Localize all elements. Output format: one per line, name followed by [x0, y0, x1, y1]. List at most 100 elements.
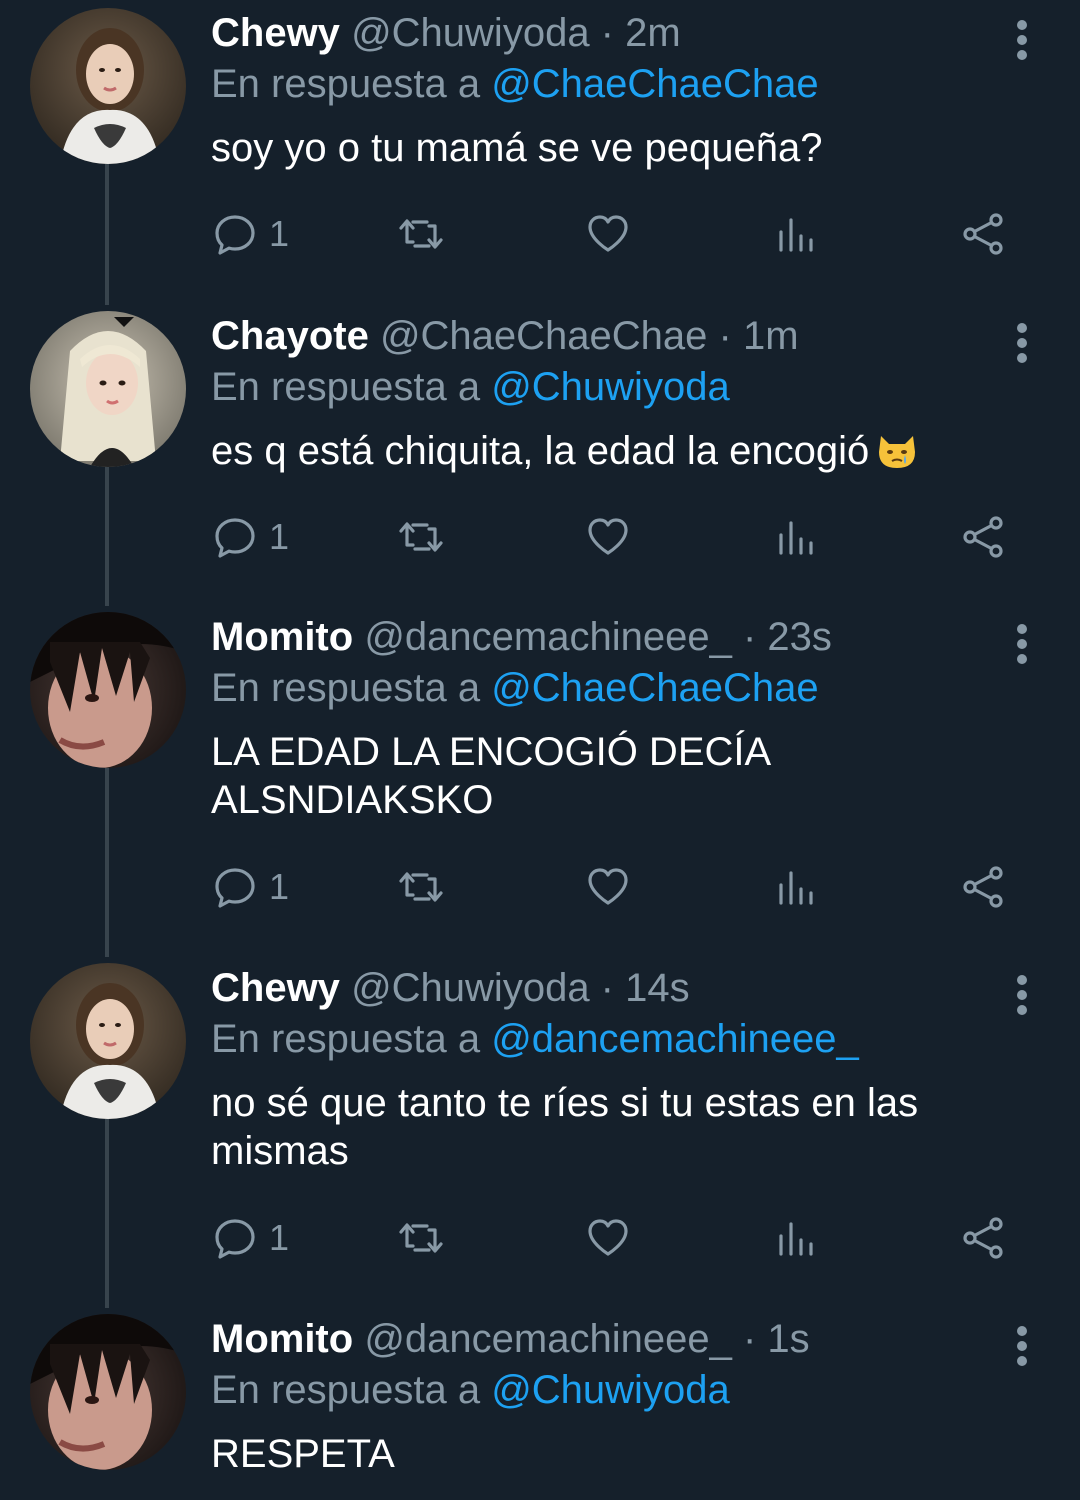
- share-button[interactable]: [959, 857, 1007, 917]
- reply-context: En respuesta a @dancemachineee_: [211, 1013, 1040, 1065]
- analytics-button[interactable]: [771, 507, 819, 567]
- tweet-header: Chayote @ChaeChaeChae · 1m: [211, 311, 1040, 361]
- display-name[interactable]: Momito: [211, 615, 353, 659]
- avatar[interactable]: [30, 8, 186, 164]
- tweet-text: soy yo o tu mamá se ve pequeña?: [211, 126, 823, 170]
- display-name[interactable]: Chewy: [211, 966, 340, 1010]
- reply-icon: [215, 215, 255, 255]
- tweet-text: es q está chiquita, la edad la encogió: [211, 429, 870, 473]
- analytics-icon: [779, 521, 813, 555]
- momito-avatar: [30, 1314, 186, 1470]
- reply-context: En respuesta a @Chuwiyoda: [211, 1364, 1040, 1416]
- share-icon: [963, 866, 1003, 908]
- reply-icon: [215, 518, 255, 558]
- handle[interactable]: @Chuwiyoda: [351, 966, 590, 1010]
- timestamp[interactable]: 14s: [625, 966, 690, 1010]
- reply-prefix: En respuesta a: [211, 1017, 481, 1061]
- like-button[interactable]: [584, 204, 632, 264]
- analytics-button[interactable]: [771, 857, 819, 917]
- thread-line: [105, 464, 109, 606]
- thread-line: [105, 767, 109, 957]
- share-button[interactable]: [959, 1208, 1007, 1268]
- reply-prefix: En respuesta a: [211, 1368, 481, 1412]
- heart-icon: [588, 215, 628, 252]
- reply-button[interactable]: 1: [211, 507, 289, 567]
- reply-icon: [215, 1219, 255, 1259]
- tweet-text: no sé que tanto te ríes si tu estas en l…: [211, 1081, 919, 1173]
- timestamp[interactable]: 1m: [743, 314, 799, 358]
- reply-count: 1: [269, 516, 290, 557]
- separator-dot: ·: [731, 1317, 768, 1361]
- timestamp[interactable]: 2m: [625, 11, 681, 55]
- reply-prefix: En respuesta a: [211, 62, 481, 106]
- retweet-button[interactable]: [397, 204, 445, 264]
- reply-button[interactable]: 1: [211, 204, 289, 264]
- reply-handle-link[interactable]: @Chuwiyoda: [491, 1368, 730, 1412]
- reply-context: En respuesta a @ChaeChaeChae: [211, 58, 1040, 110]
- more-options-icon[interactable]: [1016, 624, 1028, 664]
- analytics-button[interactable]: [771, 1208, 819, 1268]
- share-icon: [963, 213, 1003, 255]
- handle[interactable]: @dancemachineee_: [364, 615, 732, 659]
- share-icon: [963, 1217, 1003, 1259]
- analytics-icon: [779, 1222, 813, 1256]
- share-button[interactable]: [959, 507, 1007, 567]
- like-button[interactable]: [584, 857, 632, 917]
- handle[interactable]: @dancemachineee_: [364, 1317, 732, 1361]
- timestamp[interactable]: 1s: [767, 1317, 809, 1361]
- more-options-icon[interactable]: [1016, 975, 1028, 1015]
- reply-handle-link[interactable]: @Chuwiyoda: [491, 365, 730, 409]
- reply-button[interactable]: 1: [211, 857, 289, 917]
- reply-button[interactable]: 1: [211, 1208, 289, 1268]
- chayote-avatar: [30, 311, 186, 467]
- more-options-icon[interactable]: [1016, 20, 1028, 60]
- display-name[interactable]: Chewy: [211, 11, 340, 55]
- display-name[interactable]: Chayote: [211, 314, 369, 358]
- momito-avatar: [30, 612, 186, 768]
- reply-count: 1: [269, 866, 290, 907]
- avatar[interactable]: [30, 612, 186, 768]
- reply-icon: [215, 868, 255, 908]
- more-options-icon[interactable]: [1016, 323, 1028, 363]
- retweet-icon: [399, 522, 443, 552]
- tweet-header: Momito @dancemachineee_ · 1s: [211, 1314, 1040, 1364]
- analytics-button[interactable]: [771, 204, 819, 264]
- separator-dot: ·: [731, 615, 768, 659]
- like-button[interactable]: [584, 1208, 632, 1268]
- tweet-header: Chewy @Chuwiyoda · 14s: [211, 963, 1040, 1013]
- retweet-button[interactable]: [397, 857, 445, 917]
- avatar[interactable]: [30, 1314, 186, 1470]
- avatar[interactable]: [30, 963, 186, 1119]
- reply-handle-link[interactable]: @ChaeChaeChae: [491, 62, 818, 106]
- separator-dot: ·: [589, 966, 626, 1010]
- reply-context: En respuesta a @Chuwiyoda: [211, 361, 1040, 413]
- heart-icon: [588, 518, 628, 555]
- heart-icon: [588, 1219, 628, 1256]
- retweet-icon: [399, 219, 443, 249]
- handle[interactable]: @ChaeChaeChae: [380, 314, 707, 358]
- tweet-text-container: es q está chiquita, la edad la encogió: [211, 427, 1040, 475]
- reply-prefix: En respuesta a: [211, 666, 481, 710]
- tweet-header: Chewy @Chuwiyoda · 2m: [211, 8, 1040, 58]
- avatar[interactable]: [30, 311, 186, 467]
- retweet-button[interactable]: [397, 507, 445, 567]
- share-button[interactable]: [959, 204, 1007, 264]
- retweet-button[interactable]: [397, 1208, 445, 1268]
- chewy-avatar: [30, 963, 186, 1119]
- display-name[interactable]: Momito: [211, 1317, 353, 1361]
- reply-count: 1: [269, 1217, 290, 1258]
- separator-dot: ·: [707, 314, 743, 358]
- reply-handle-link[interactable]: @dancemachineee_: [491, 1017, 859, 1061]
- like-button[interactable]: [584, 507, 632, 567]
- reply-handle-link[interactable]: @ChaeChaeChae: [491, 666, 818, 710]
- handle[interactable]: @Chuwiyoda: [351, 11, 590, 55]
- tweet-actions: 1: [211, 1208, 1011, 1268]
- timestamp[interactable]: 23s: [767, 615, 832, 659]
- separator-dot: ·: [589, 11, 626, 55]
- more-options-icon[interactable]: [1016, 1326, 1028, 1366]
- reply-count: 1: [269, 213, 290, 254]
- crying-cat-emoji: [879, 436, 916, 468]
- analytics-icon: [779, 871, 813, 905]
- reply-context: En respuesta a @ChaeChaeChae: [211, 662, 1040, 714]
- tweet-text: RESPETA: [211, 1432, 395, 1476]
